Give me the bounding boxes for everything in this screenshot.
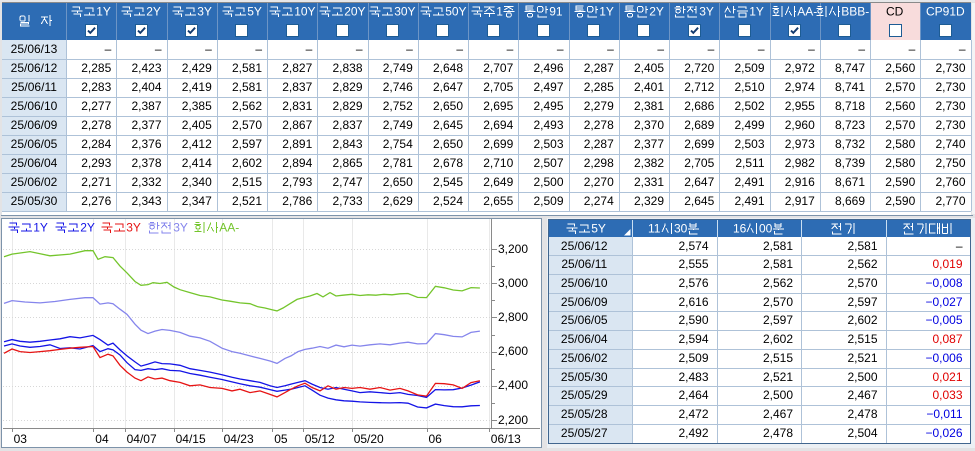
svg-text:11: 11 [648, 221, 661, 235]
svg-text:CP91D: CP91D [926, 4, 965, 18]
svg-text:16: 16 [733, 221, 747, 235]
svg-text:CD: CD [886, 4, 904, 18]
svg-text:3Y: 3Y [699, 4, 714, 18]
svg-text:BBB-: BBB- [841, 4, 869, 18]
svg-text:2Y: 2Y [649, 4, 664, 18]
svg-text:1Y: 1Y [599, 4, 614, 18]
svg-text:AA-: AA- [797, 4, 817, 18]
svg-text:30: 30 [674, 221, 688, 235]
svg-text:1: 1 [496, 4, 503, 18]
svg-text:00: 00 [759, 221, 773, 235]
svg-text:1Y: 1Y [750, 4, 765, 18]
svg-text:5Y: 5Y [591, 221, 606, 235]
svg-text:91: 91 [549, 4, 563, 18]
